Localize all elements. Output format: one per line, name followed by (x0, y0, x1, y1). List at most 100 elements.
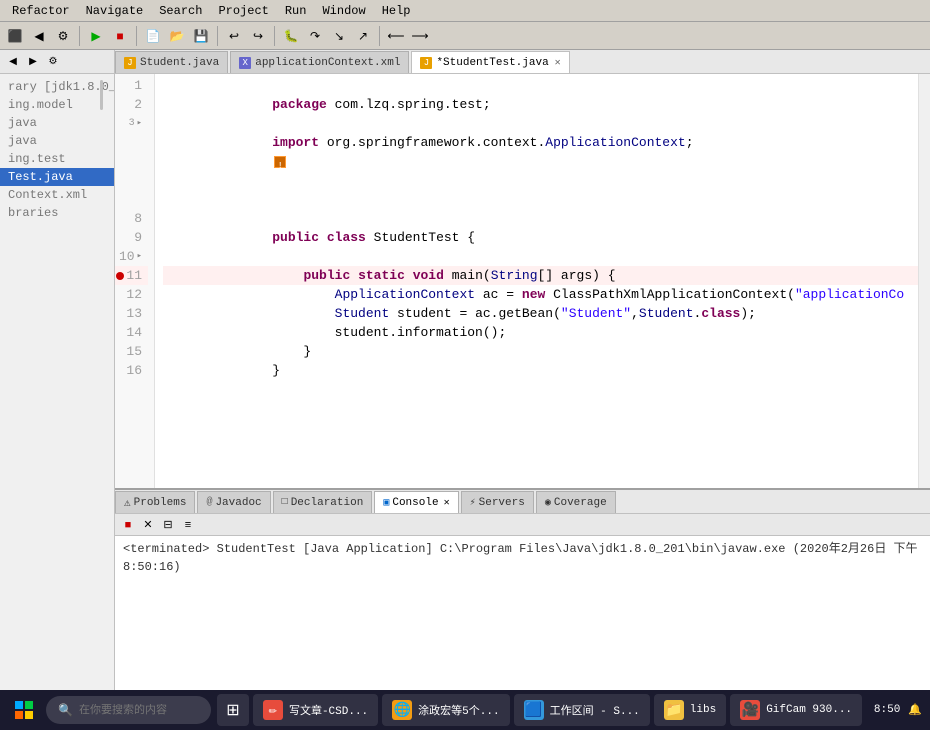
tab-appcontext[interactable]: X applicationContext.xml (230, 51, 409, 73)
toolbar-new[interactable]: 📄 (142, 25, 164, 47)
line-num-16: 16 (115, 361, 148, 380)
line-num-4 (115, 133, 148, 152)
taskbar-item-gifcam[interactable]: 🎥 GifCam 930... (730, 694, 862, 726)
windows-logo (15, 701, 33, 719)
editor-panel: J Student.java X applicationContext.xml … (115, 50, 930, 708)
bottom-tab-servers[interactable]: ⚡ Servers (461, 491, 534, 513)
bottom-tab-console-label: Console (392, 497, 438, 509)
sidebar-toolbar: ◀ ▶ ⚙ (0, 50, 114, 74)
code-content: 1 2 3▸ 8 9 10▸ (115, 74, 930, 488)
line-num-7 (115, 190, 148, 209)
taskbar-notification[interactable]: 🔔 (908, 703, 922, 717)
sidebar-collapse-btn[interactable]: ◀ (4, 53, 22, 71)
code-editor[interactable]: 1 2 3▸ 8 9 10▸ (115, 74, 930, 488)
editor-area: J Student.java X applicationContext.xml … (115, 50, 930, 488)
fold-marker-3[interactable]: 3 (129, 114, 135, 133)
taskbar-icon-eclipse: 🟦 (524, 700, 544, 720)
code-line-1: package com.lzq.spring.test; (163, 76, 918, 95)
line-numbers: 1 2 3▸ 8 9 10▸ (115, 74, 155, 488)
bottom-tab-coverage[interactable]: ◉ Coverage (536, 491, 616, 513)
taskbar-item-csd[interactable]: ✏ 写文章-CSD... (253, 694, 378, 726)
toolbar-run[interactable]: ▶ (85, 25, 107, 47)
menu-run[interactable]: Run (277, 2, 315, 20)
console-icon: ▣ (383, 497, 389, 509)
toolbar-sep-1 (79, 26, 80, 46)
toolbar-save[interactable]: 💾 (190, 25, 212, 47)
menu-bar: Refactor Navigate Search Project Run Win… (0, 0, 930, 22)
task-view-btn[interactable]: ⊞ (217, 694, 249, 726)
taskbar-label-browser: 涂政宏等5个... (418, 702, 499, 718)
taskbar-icon-browser: 🌐 (392, 700, 412, 720)
tab-studenttest-close[interactable]: ✕ (555, 57, 561, 69)
toolbar-debug[interactable]: 🐛 (280, 25, 302, 47)
sidebar-settings-btn[interactable]: ⚙ (44, 53, 62, 71)
toolbar-sep-4 (274, 26, 275, 46)
menu-search[interactable]: Search (151, 2, 210, 20)
taskbar-right: 8:50 🔔 (874, 703, 922, 717)
toolbar-prev[interactable]: ⟵ (385, 25, 407, 47)
toolbar-sep-5 (379, 26, 380, 46)
line-num-11: 11 (115, 266, 148, 285)
console-terminated-line: <terminated> StudentTest [Java Applicati… (123, 540, 922, 576)
toolbar-next[interactable]: ⟶ (409, 25, 431, 47)
bottom-tab-console[interactable]: ▣ Console ✕ (374, 491, 458, 513)
taskbar-search-input[interactable] (79, 704, 199, 716)
toolbar-btn-1[interactable]: ⬛ (4, 25, 26, 47)
menu-project[interactable]: Project (210, 2, 276, 20)
bottom-tabs-bar: ⚠ Problems @ Javadoc □ Declaration ▣ Con… (115, 490, 930, 514)
console-stop-btn[interactable]: ■ (119, 516, 137, 534)
menu-help[interactable]: Help (374, 2, 419, 20)
toolbar-step-into[interactable]: ↘ (328, 25, 350, 47)
line-num-6 (115, 171, 148, 190)
menu-window[interactable]: Window (314, 2, 373, 20)
sidebar-item-library[interactable]: rary [jdk1.8.0_201 (0, 78, 114, 96)
menu-navigate[interactable]: Navigate (78, 2, 152, 20)
main-layout: ◀ ▶ ⚙ rary [jdk1.8.0_201 ing.model java … (0, 50, 930, 708)
code-line-3: import org.springframework.context.Appli… (163, 114, 918, 133)
sidebar-item-model[interactable]: ing.model (0, 96, 114, 114)
toolbar-stop[interactable]: ■ (109, 25, 131, 47)
sidebar-expand-btn[interactable]: ▶ (24, 53, 42, 71)
tab-studenttest-icon: J (420, 57, 432, 69)
menu-refactor[interactable]: Refactor (4, 2, 78, 20)
toolbar-step-out[interactable]: ↗ (352, 25, 374, 47)
code-line-10: public static void main(String[] args) { (163, 247, 918, 266)
toolbar-redo[interactable]: ↪ (247, 25, 269, 47)
taskbar-item-libs[interactable]: 📁 libs (654, 694, 726, 726)
line-num-8: 8 (115, 209, 148, 228)
sidebar-item-testjava[interactable]: Test.java (0, 168, 114, 186)
toolbar-undo[interactable]: ↩ (223, 25, 245, 47)
taskbar-item-browser[interactable]: 🌐 涂政宏等5个... (382, 694, 509, 726)
bottom-tab-problems[interactable]: ⚠ Problems (115, 491, 195, 513)
bottom-tab-console-close[interactable]: ✕ (444, 497, 450, 509)
toolbar-step-over[interactable]: ↷ (304, 25, 326, 47)
console-clear-btn[interactable]: ⊟ (159, 516, 177, 534)
console-toolbar-left: ■ ✕ ⊟ ≡ (119, 516, 197, 534)
bottom-tab-declaration-label: Declaration (291, 497, 364, 509)
tab-studenttest[interactable]: J *StudentTest.java ✕ (411, 51, 569, 73)
servers-icon: ⚡ (470, 497, 476, 509)
bottom-tab-declaration[interactable]: □ Declaration (273, 491, 373, 513)
tab-student[interactable]: J Student.java (115, 51, 228, 73)
sidebar-content: rary [jdk1.8.0_201 ing.model java java i… (0, 74, 114, 708)
console-close-btn[interactable]: ✕ (139, 516, 157, 534)
sidebar-item-libraries[interactable]: braries (0, 204, 114, 222)
console-menu-btn[interactable]: ≡ (179, 516, 197, 534)
taskbar-item-eclipse[interactable]: 🟦 工作区间 - S... (514, 694, 650, 726)
error-dot-11 (116, 272, 124, 280)
taskbar-search[interactable]: 🔍 (46, 696, 211, 724)
toolbar-btn-3[interactable]: ⚙ (52, 25, 74, 47)
tab-studenttest-label: *StudentTest.java (436, 57, 548, 69)
sidebar-item-test[interactable]: ing.test (0, 150, 114, 168)
taskbar-label-csd: 写文章-CSD... (289, 702, 368, 718)
bottom-tab-javadoc[interactable]: @ Javadoc (197, 491, 270, 513)
editor-right-scroll[interactable] (918, 74, 930, 488)
line-num-13: 13 (115, 304, 148, 323)
sidebar-scrollbar[interactable] (100, 80, 103, 110)
sidebar-item-java2[interactable]: java (0, 132, 114, 150)
toolbar-btn-2[interactable]: ◀ (28, 25, 50, 47)
toolbar-open[interactable]: 📂 (166, 25, 188, 47)
start-button[interactable] (8, 694, 40, 726)
sidebar-item-java1[interactable]: java (0, 114, 114, 132)
sidebar-item-context[interactable]: Context.xml (0, 186, 114, 204)
